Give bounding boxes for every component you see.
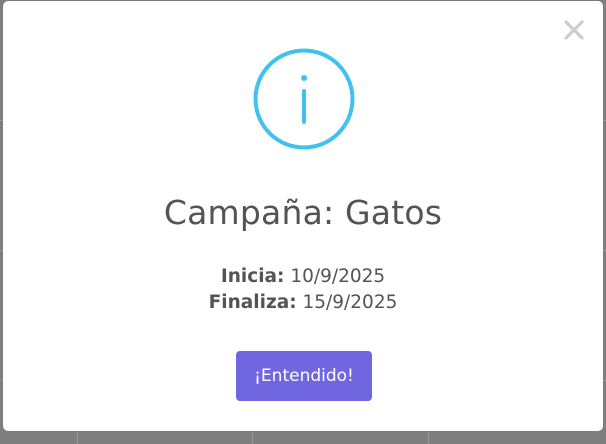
end-date-line: Finaliza: 15/9/2025 (3, 290, 603, 316)
close-icon (564, 20, 584, 40)
background-divider (77, 432, 78, 444)
background-divider (428, 432, 429, 444)
start-date-line: Inicia: 10/9/2025 (3, 264, 603, 290)
start-date-value: 10/9/2025 (290, 266, 386, 287)
start-date-label: Inicia: (220, 266, 285, 287)
end-date-label: Finaliza: (208, 292, 297, 313)
background-divider (252, 432, 253, 444)
close-button[interactable] (559, 15, 589, 45)
modal-title: Campaña: Gatos (163, 193, 443, 232)
end-date-value: 15/9/2025 (302, 292, 398, 313)
info-icon (253, 48, 355, 150)
campaign-dates: Inicia: 10/9/2025 Finaliza: 15/9/2025 (3, 264, 603, 316)
confirm-button[interactable]: ¡Entendido! (236, 351, 372, 401)
info-modal: Campaña: Gatos Inicia: 10/9/2025 Finaliz… (3, 1, 603, 431)
